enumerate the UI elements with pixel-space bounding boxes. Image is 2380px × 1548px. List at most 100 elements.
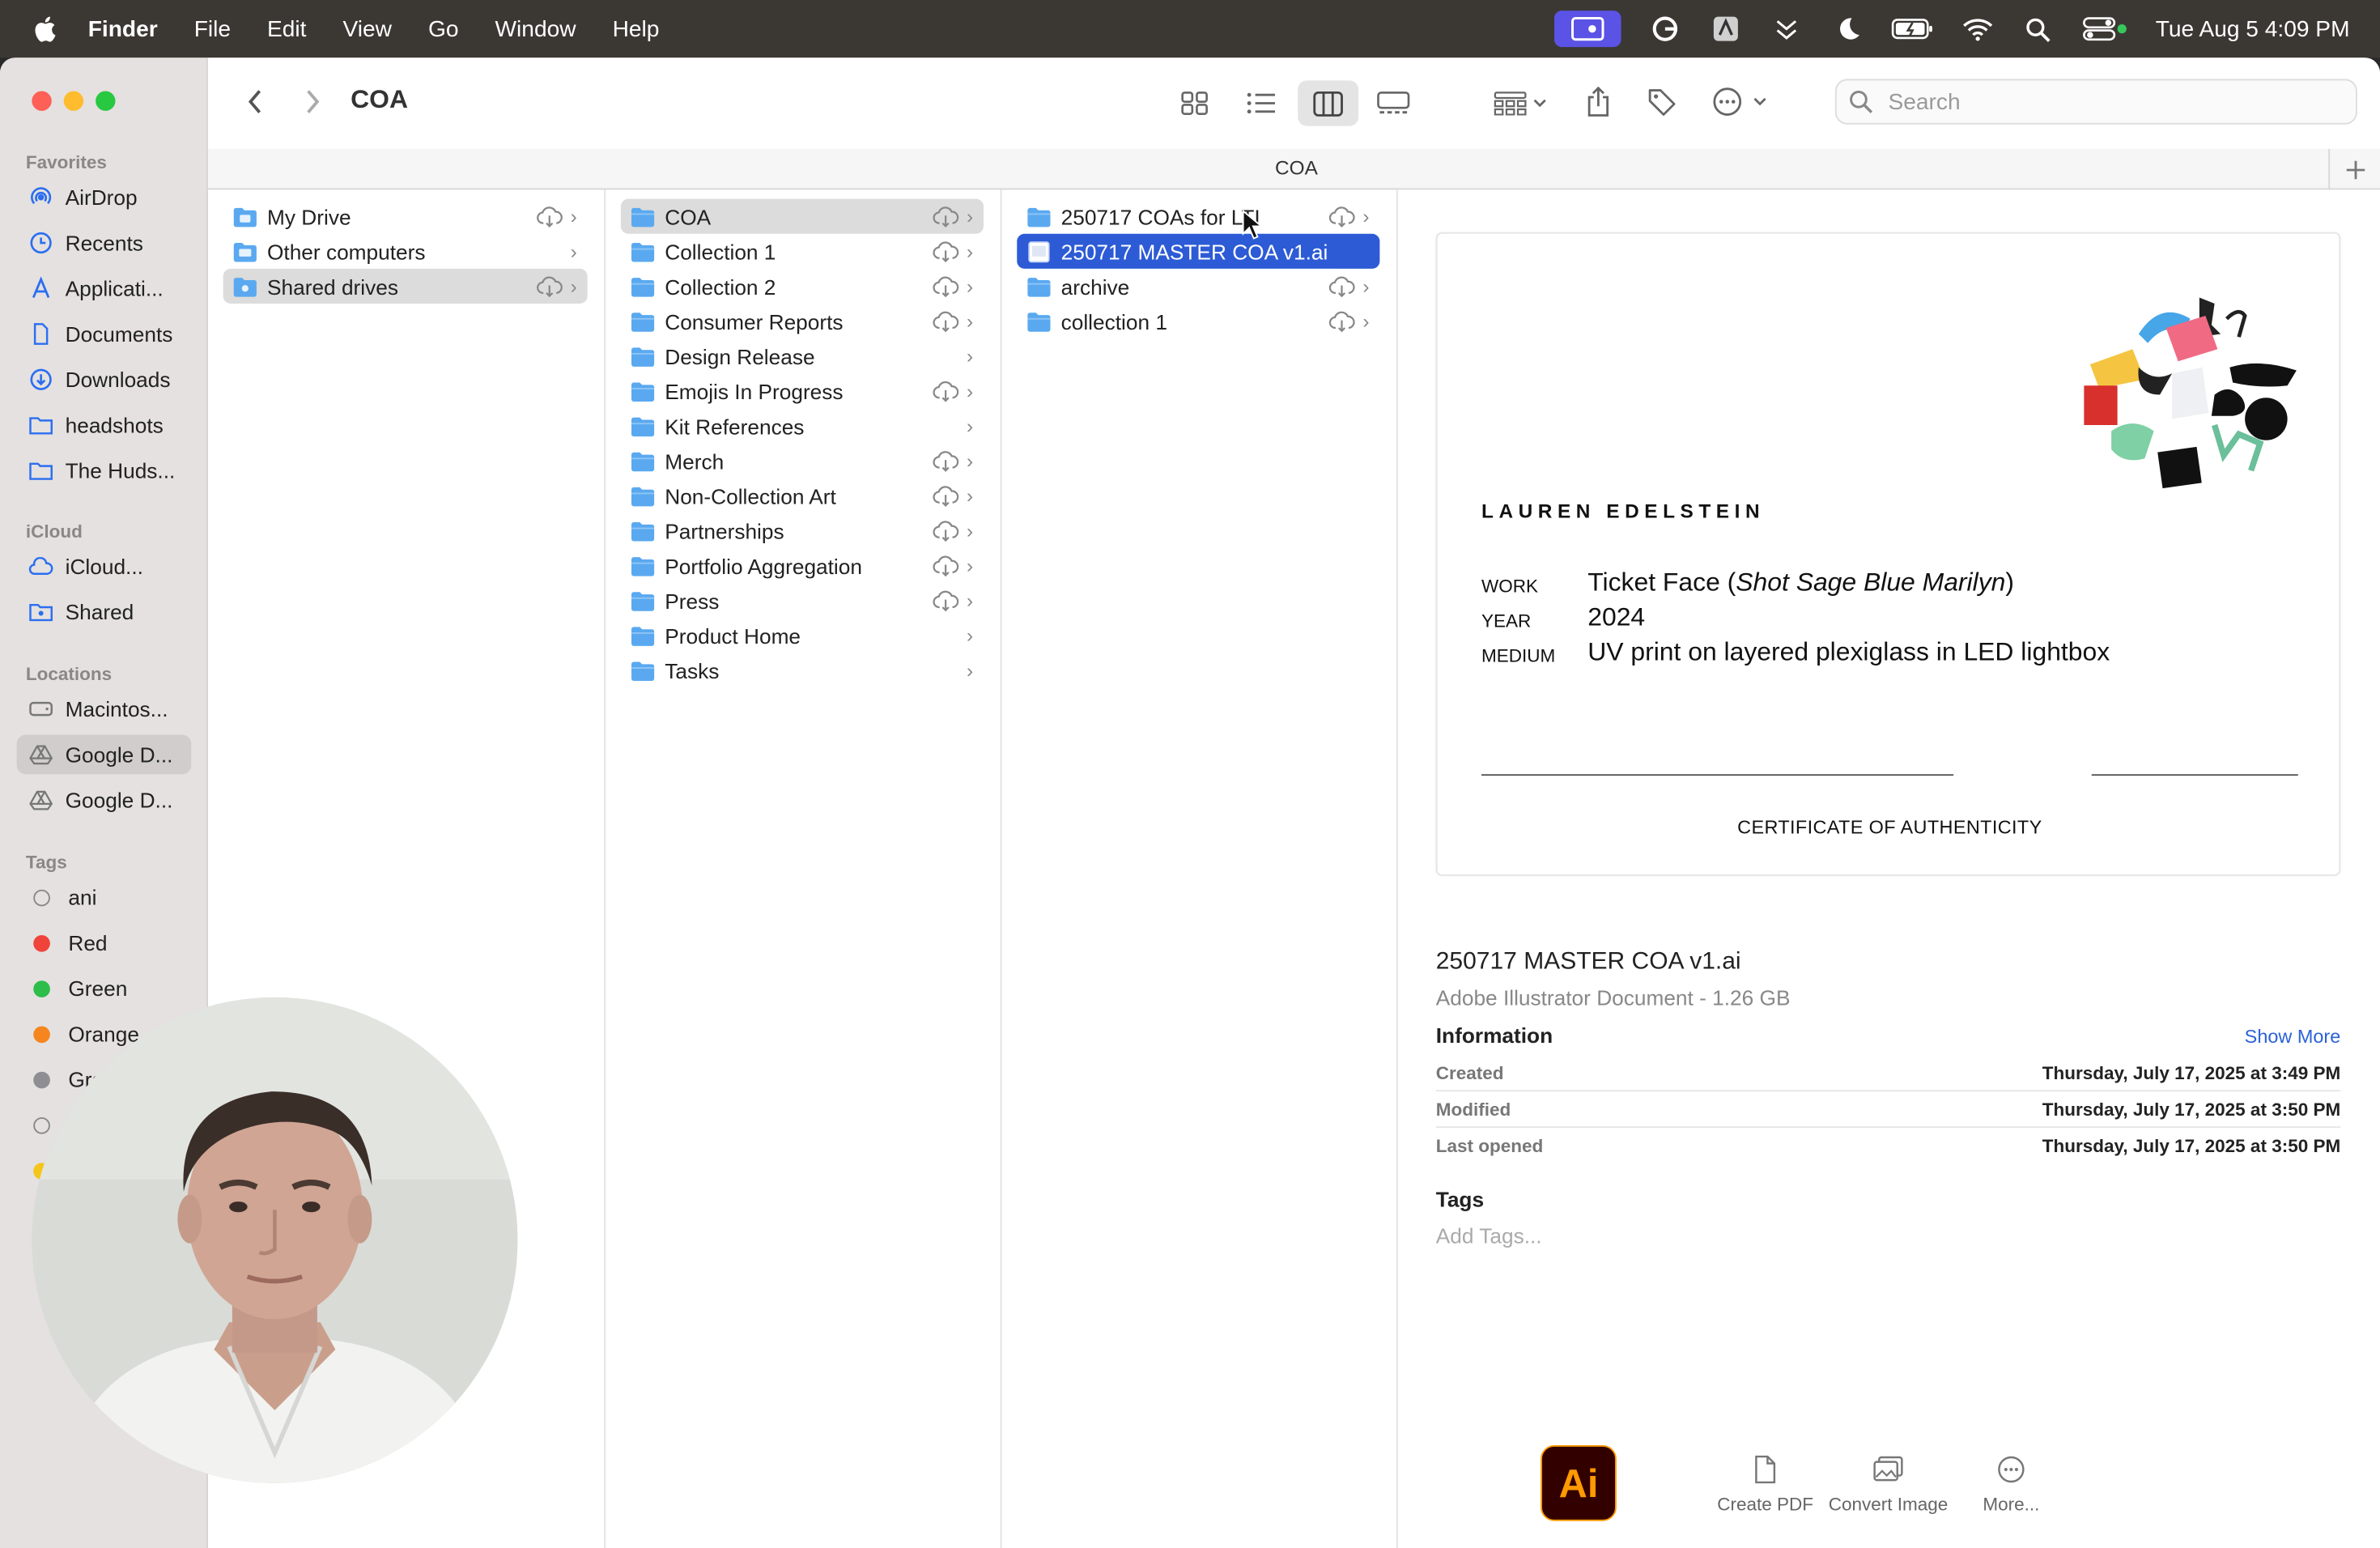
menu-window[interactable]: Window — [495, 16, 576, 42]
cloud-download-icon[interactable] — [932, 485, 959, 507]
cloud-download-icon[interactable] — [1328, 206, 1356, 228]
list-item-portfolio-aggregation[interactable]: Portfolio Aggregation › — [621, 548, 984, 583]
cloud-download-icon[interactable] — [536, 275, 563, 297]
group-by-button[interactable] — [1483, 82, 1559, 125]
sidebar-item-airdrop[interactable]: AirDrop — [17, 177, 192, 217]
sidebar-item-applications[interactable]: Applicati... — [17, 269, 192, 308]
list-item-merch[interactable]: Merch › — [621, 444, 984, 478]
sidebar-tag-red[interactable]: Red — [17, 923, 192, 963]
folder-icon — [1027, 277, 1051, 296]
list-item-product-home[interactable]: Product Home › — [621, 618, 984, 653]
cloud-download-icon[interactable] — [932, 520, 959, 542]
list-item-kit-references[interactable]: Kit References › — [621, 408, 984, 443]
sidebar-item-icloud-drive[interactable]: iCloud... — [17, 546, 192, 586]
sidebar-item-downloads[interactable]: Downloads — [17, 359, 192, 399]
close-window-button[interactable] — [32, 91, 52, 111]
menu-view[interactable]: View — [343, 16, 392, 42]
list-view-button[interactable] — [1234, 82, 1289, 125]
new-tab-button[interactable] — [2328, 148, 2380, 190]
battery-icon[interactable] — [1892, 15, 1935, 43]
sidebar-item-google-drive-1[interactable]: Google D... — [16, 734, 192, 775]
cloud-download-icon[interactable] — [932, 206, 959, 228]
list-item-emojis-in-progress[interactable]: Emojis In Progress › — [621, 373, 984, 408]
tag-button[interactable] — [1641, 79, 1684, 125]
document-preview[interactable]: LAUREN EDELSTEIN WORK Ticket Face (Shot … — [1435, 232, 2341, 876]
search-field[interactable]: Search — [1834, 79, 2357, 125]
window-title: COA — [351, 85, 408, 114]
list-item-press[interactable]: Press › — [621, 583, 984, 618]
person-video-image — [32, 997, 518, 1483]
menu-file[interactable]: File — [194, 16, 231, 42]
zoom-window-button[interactable] — [96, 91, 116, 111]
wifi-icon[interactable] — [1961, 15, 1995, 43]
menu-edit[interactable]: Edit — [267, 16, 306, 42]
convert-image-button[interactable]: Convert Image — [1828, 1454, 1949, 1515]
sidebar-item-the-huds[interactable]: The Huds... — [17, 451, 192, 491]
cloud-download-icon[interactable] — [1328, 310, 1356, 332]
group-chevron-down-icon — [1494, 91, 1546, 116]
cloud-download-icon[interactable] — [1328, 275, 1356, 297]
share-button[interactable] — [1577, 79, 1620, 125]
list-item-consumer-reports[interactable]: Consumer Reports › — [621, 304, 984, 338]
minimize-window-button[interactable] — [63, 91, 84, 111]
cloud-download-icon[interactable] — [932, 275, 959, 297]
forward-button[interactable] — [296, 85, 329, 118]
sidebar-item-documents[interactable]: Documents — [17, 314, 192, 354]
apple-icon[interactable] — [31, 14, 62, 45]
create-pdf-button[interactable]: Create PDF — [1705, 1454, 1826, 1515]
cloud-download-icon[interactable] — [536, 206, 563, 228]
sidebar-item-label: Macintos... — [65, 696, 168, 721]
list-item-coa[interactable]: COA › — [620, 198, 984, 234]
list-item-shared-drives[interactable]: Shared drives › — [223, 268, 588, 304]
list-item-partnerships[interactable]: Partnerships › — [621, 513, 984, 548]
menu-finder[interactable]: Finder — [88, 16, 158, 42]
tag-dot-icon — [33, 888, 50, 906]
list-item-design-release[interactable]: Design Release › — [621, 338, 984, 373]
sidebar-item-shared[interactable]: Shared — [17, 592, 192, 632]
list-item-my-drive[interactable]: My Drive › — [223, 199, 588, 234]
more-quick-actions-button[interactable]: More... — [1950, 1454, 2072, 1515]
control-center-icon[interactable] — [2083, 15, 2128, 43]
google-drive-icon — [29, 788, 53, 812]
sidebar-item-macintosh-hd[interactable]: Macintos... — [17, 689, 192, 729]
sidebar-tag-green[interactable]: Green — [17, 968, 192, 1008]
list-item-collection-2[interactable]: Collection 2 › — [621, 269, 984, 304]
app-badge-icon[interactable] — [1710, 15, 1743, 43]
back-button[interactable] — [238, 85, 271, 118]
cloud-download-icon[interactable] — [932, 555, 959, 576]
cloud-download-icon[interactable] — [932, 589, 959, 611]
show-more-link[interactable]: Show More — [2245, 1027, 2341, 1048]
list-item-archive[interactable]: archive › — [1017, 269, 1379, 304]
more-actions-button[interactable] — [1707, 79, 1777, 125]
menu-help[interactable]: Help — [613, 16, 660, 42]
add-tags-input[interactable]: Add Tags... — [1436, 1223, 1542, 1248]
menubar-clock[interactable]: Tue Aug 5 4:09 PM — [2156, 16, 2350, 42]
sidebar-item-headshots[interactable]: headshots — [17, 406, 192, 445]
chevrons-icon[interactable] — [1770, 15, 1804, 43]
sidebar-tag-ani[interactable]: ani — [17, 878, 192, 917]
spotlight-search-icon[interactable] — [2022, 15, 2055, 43]
icon-view-button[interactable] — [1167, 82, 1222, 125]
cloud-download-icon[interactable] — [932, 450, 959, 471]
column-view-button[interactable] — [1298, 80, 1359, 126]
webcam-overlay[interactable] — [32, 997, 518, 1483]
list-item-250717-coas-for-lti[interactable]: 250717 COAs for LTI › — [1017, 199, 1379, 234]
list-item-non-collection-art[interactable]: Non-Collection Art › — [621, 478, 984, 513]
grammarly-icon[interactable] — [1649, 15, 1682, 43]
list-item-other-computers[interactable]: Other computers › — [223, 234, 588, 269]
sidebar-item-google-drive-2[interactable]: Google D... — [17, 780, 192, 820]
list-item-collection-1-sub[interactable]: collection 1 › — [1017, 304, 1379, 338]
illustrator-app-icon[interactable]: Ai — [1541, 1445, 1617, 1521]
menu-go[interactable]: Go — [428, 16, 459, 42]
screen-share-icon[interactable] — [1554, 11, 1621, 48]
cloud-download-icon[interactable] — [932, 380, 959, 402]
moon-icon[interactable] — [1831, 15, 1864, 43]
gallery-view-button[interactable] — [1366, 82, 1422, 125]
list-item-collection-1[interactable]: Collection 1 › — [621, 234, 984, 269]
list-item-tasks[interactable]: Tasks › — [621, 653, 984, 687]
date-line — [2091, 774, 2298, 776]
cloud-download-icon[interactable] — [932, 310, 959, 332]
list-item-250717-master-coa[interactable]: 250717 MASTER COA v1.ai — [1017, 233, 1380, 269]
sidebar-item-recents[interactable]: Recents — [17, 223, 192, 263]
cloud-download-icon[interactable] — [932, 240, 959, 262]
